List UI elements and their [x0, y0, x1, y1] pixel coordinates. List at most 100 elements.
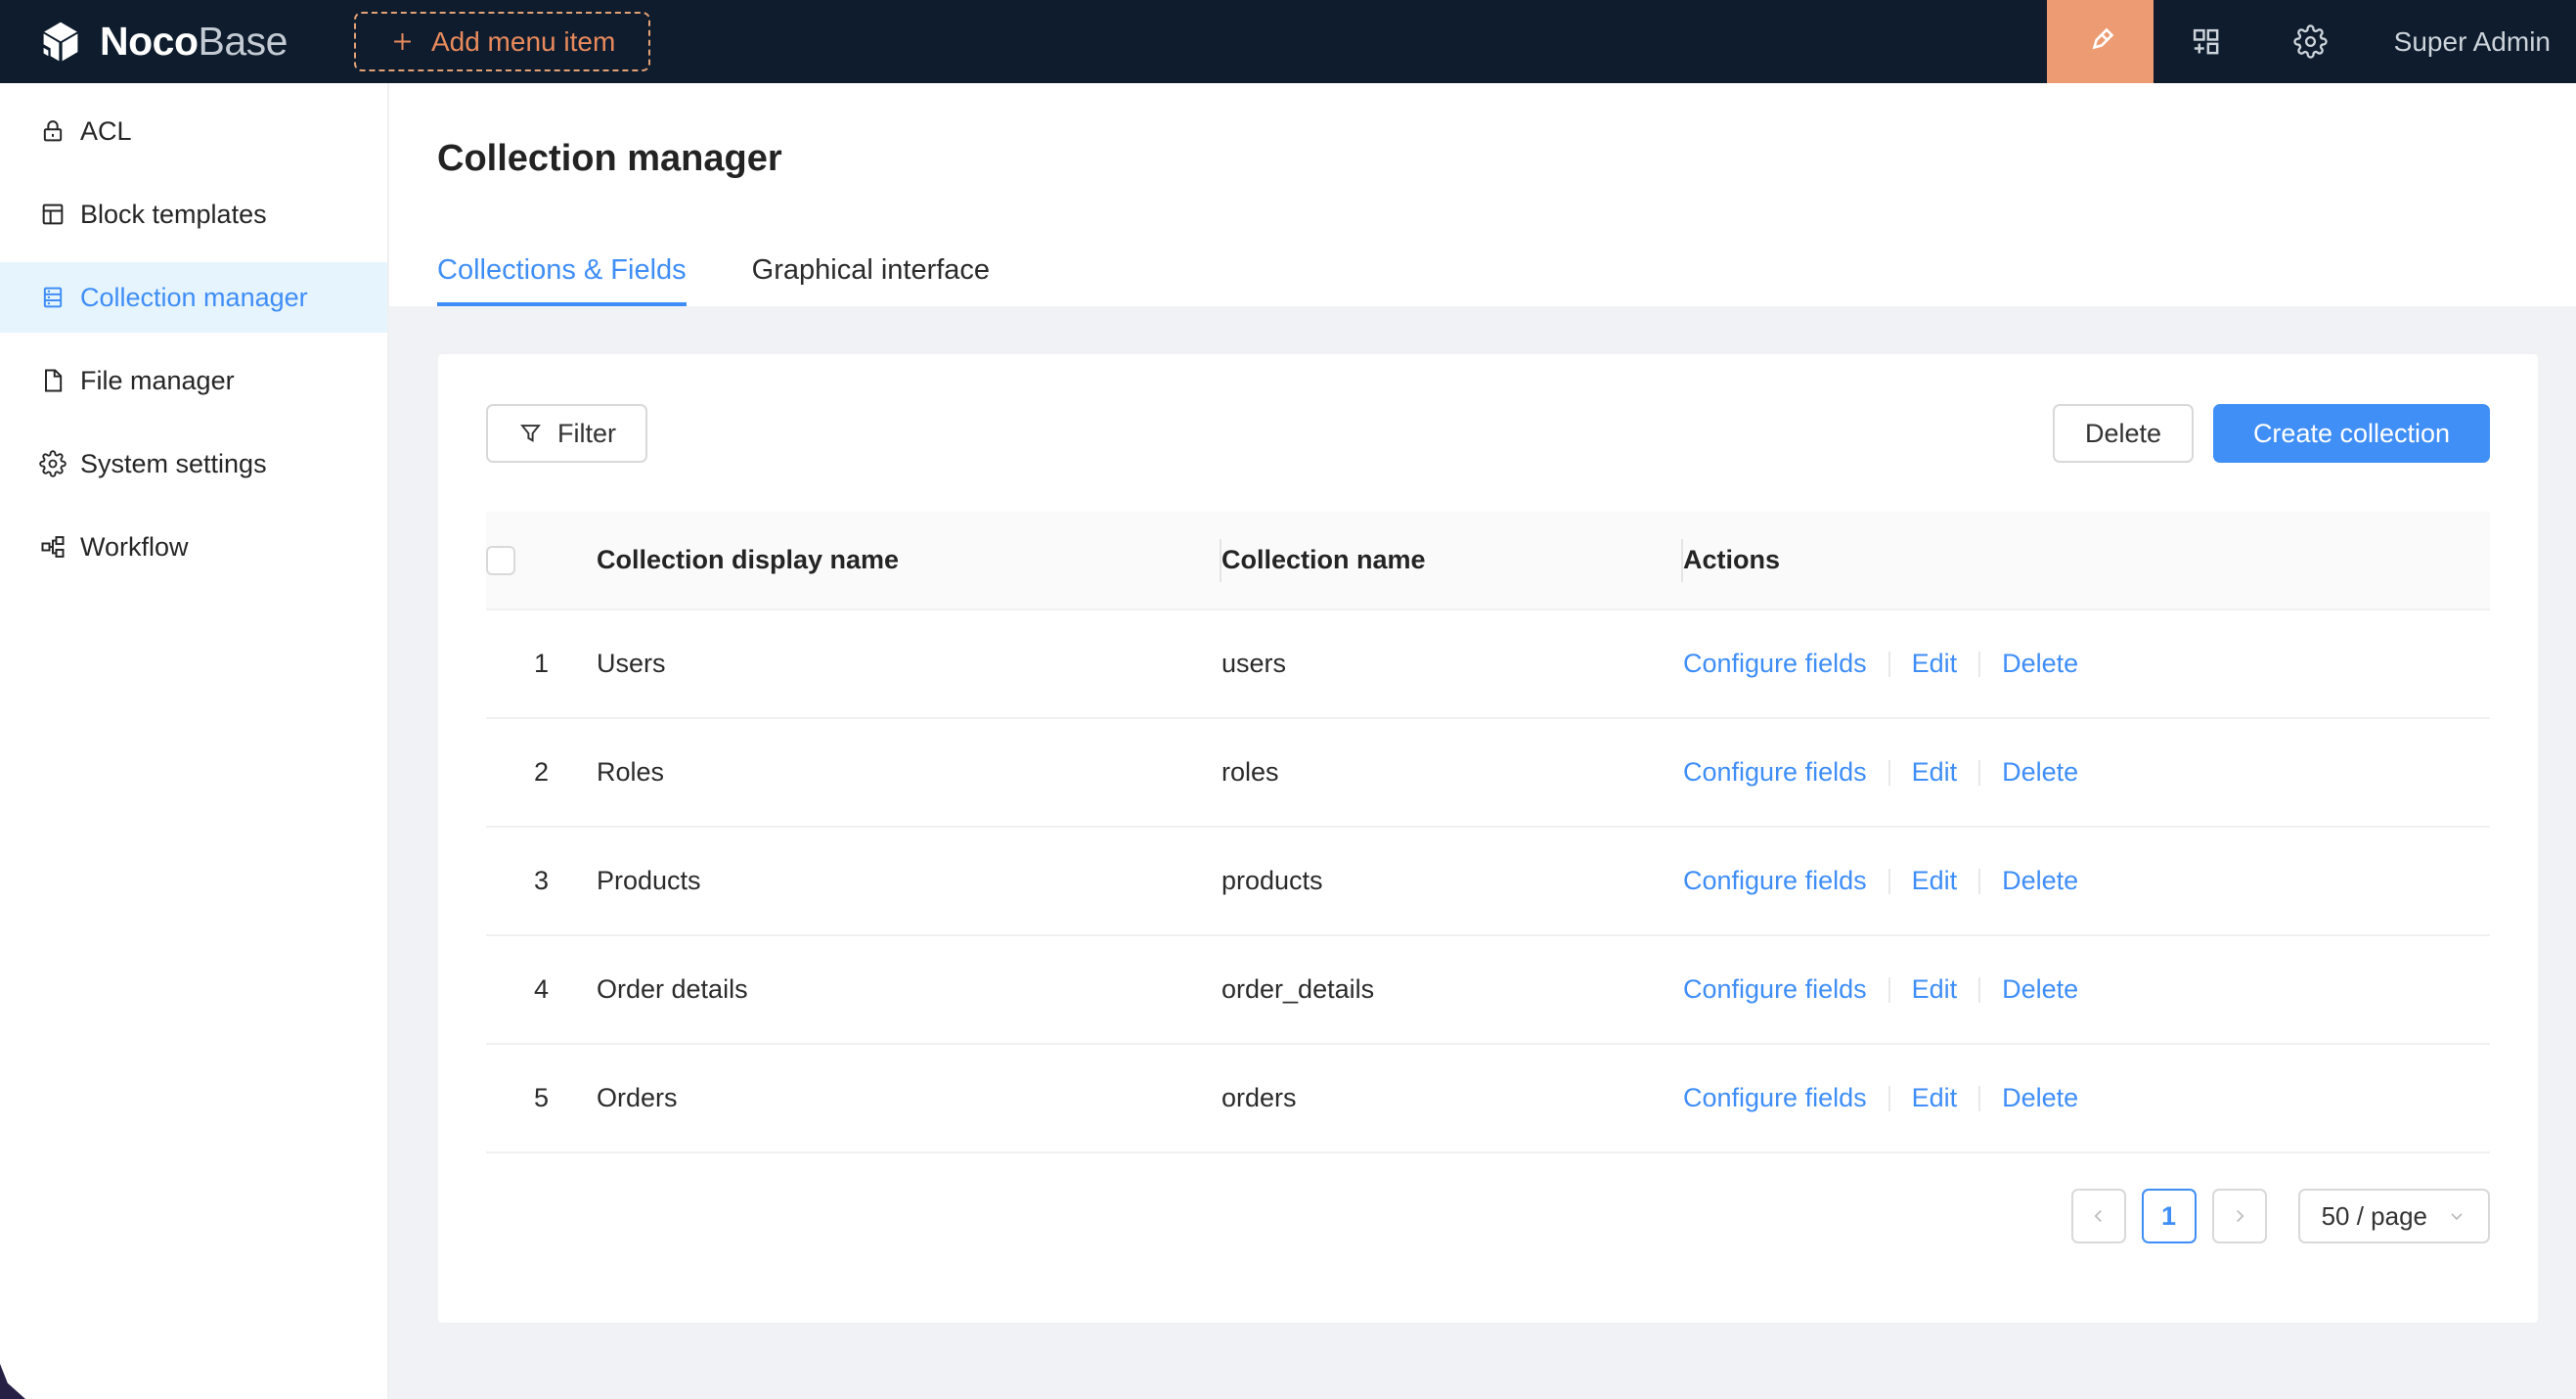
cell-collection-name: order_details [1221, 935, 1683, 1044]
edit-link[interactable]: Edit [1912, 1083, 1958, 1113]
sidebar-item-acl[interactable]: ACL [0, 96, 387, 166]
sidebar-item-collection-manager[interactable]: Collection manager [0, 262, 387, 333]
plugins-button[interactable] [2189, 24, 2223, 59]
next-page-button[interactable] [2212, 1189, 2267, 1243]
sidebar-item-label: File manager [80, 366, 235, 396]
table-row: 1 Users users Configure fieldsEditDelete [486, 609, 2490, 718]
create-collection-button[interactable]: Create collection [2213, 404, 2490, 463]
sidebar-item-system-settings[interactable]: System settings [0, 429, 387, 499]
sidebar-item-label: Workflow [80, 532, 189, 563]
page-size-value: 50 / page [2322, 1201, 2427, 1232]
chevron-down-icon [2447, 1206, 2466, 1226]
tab-bar: Collections & Fields Graphical interface [437, 254, 990, 306]
select-all-checkbox[interactable] [486, 546, 515, 575]
cell-display-name: Users [597, 609, 1221, 718]
sidebar-item-label: System settings [80, 449, 267, 479]
page-header: Collection manager Collections & Fields … [389, 83, 2576, 306]
top-header: NocoBase Add menu item [0, 0, 2576, 83]
row-index: 4 [486, 974, 597, 1005]
action-divider [1888, 760, 1890, 786]
action-divider [1888, 869, 1890, 894]
cell-collection-name: orders [1221, 1044, 1683, 1152]
edit-link[interactable]: Edit [1912, 974, 1958, 1005]
sidebar: ACL Block templates Collection manager F… [0, 83, 389, 1399]
gear-icon [2293, 24, 2328, 59]
cell-collection-name: products [1221, 827, 1683, 935]
delete-link[interactable]: Delete [2002, 974, 2078, 1005]
collections-table-body: 1 Users users Configure fieldsEditDelete… [486, 609, 2490, 1152]
chevron-left-icon [2088, 1205, 2110, 1227]
app-window: NocoBase Add menu item [0, 0, 2576, 1399]
delete-link[interactable]: Delete [2002, 866, 2078, 896]
cell-display-name: Orders [597, 1044, 1221, 1152]
row-actions: Configure fields Edit Delete [1683, 866, 2490, 896]
cell-collection-name: users [1221, 609, 1683, 718]
configure-fields-link[interactable]: Configure fields [1683, 974, 1867, 1005]
action-divider [1978, 869, 1980, 894]
table-row: 4 Order details order_details Configure … [486, 935, 2490, 1044]
row-actions: Configure fields Edit Delete [1683, 757, 2490, 788]
add-menu-item-button[interactable]: Add menu item [354, 12, 650, 71]
page-title: Collection manager [437, 83, 2576, 180]
sidebar-item-workflow[interactable]: Workflow [0, 512, 387, 582]
delete-link[interactable]: Delete [2002, 1083, 2078, 1113]
nocobase-logo[interactable]: NocoBase [37, 19, 288, 66]
action-divider [1978, 652, 1980, 677]
highlighter-icon [2082, 23, 2118, 60]
settings-button[interactable] [2293, 24, 2328, 59]
sidebar-item-block-templates[interactable]: Block templates [0, 179, 387, 249]
configure-fields-link[interactable]: Configure fields [1683, 866, 1867, 896]
filter-label: Filter [557, 419, 616, 449]
row-actions: Configure fields Edit Delete [1683, 649, 2490, 679]
gear-icon [39, 450, 80, 477]
add-menu-item-label: Add menu item [431, 26, 615, 58]
nocobase-cube-icon [37, 19, 84, 66]
action-divider [1888, 652, 1890, 677]
page-size-select[interactable]: 50 / page [2298, 1189, 2490, 1243]
cell-display-name: Products [597, 827, 1221, 935]
plus-icon [389, 28, 416, 55]
chevron-right-icon [2229, 1205, 2250, 1227]
user-menu[interactable]: Super Admin [2394, 26, 2551, 58]
action-divider [1978, 977, 1980, 1003]
delete-link[interactable]: Delete [2002, 757, 2078, 788]
row-index: 3 [486, 866, 597, 896]
table-row: 3 Products products Configure fields Edit… [486, 827, 2490, 935]
filter-button[interactable]: Filter [486, 404, 647, 463]
page-number-button[interactable]: 1 [2142, 1189, 2197, 1243]
table-row: 5 Orders orders Configure fields Edit Dele… [486, 1044, 2490, 1152]
prev-page-button[interactable] [2071, 1189, 2126, 1243]
edit-link[interactable]: Edit [1912, 757, 1958, 788]
configure-fields-link[interactable]: Configure fields [1683, 649, 1867, 679]
collections-table: Collection display name Collection name … [486, 512, 2490, 1153]
collections-card: Filter Delete Create collection Collecti… [438, 354, 2538, 1323]
delete-link[interactable]: Delete [2002, 649, 2078, 679]
pagination: 1 50 / page [486, 1189, 2490, 1243]
file-icon [39, 367, 80, 394]
action-divider [1888, 1086, 1890, 1111]
layout-icon [39, 201, 80, 228]
action-divider [1978, 760, 1980, 786]
header-actions: Super Admin [2047, 0, 2576, 83]
sidebar-item-file-manager[interactable]: File manager [0, 345, 387, 416]
action-divider [1888, 977, 1890, 1003]
edit-link[interactable]: Edit [1912, 649, 1958, 679]
table-header-row: Collection display name Collection name … [486, 512, 2490, 609]
sidebar-item-label: Block templates [80, 200, 267, 230]
row-index: 2 [486, 757, 597, 788]
tab-collections-fields[interactable]: Collections & Fields [437, 254, 687, 306]
ui-editor-button[interactable] [2047, 0, 2154, 83]
edit-link[interactable]: Edit [1912, 866, 1958, 896]
cell-collection-name: roles [1221, 718, 1683, 827]
delete-button[interactable]: Delete [2053, 404, 2194, 463]
cell-display-name: Order details [597, 935, 1221, 1044]
configure-fields-link[interactable]: Configure fields [1683, 757, 1867, 788]
row-index: 5 [486, 1083, 597, 1113]
configure-fields-link[interactable]: Configure fields [1683, 1083, 1867, 1113]
toolbar: Filter Delete Create collection [486, 404, 2490, 463]
tab-graphical-interface[interactable]: Graphical interface [752, 254, 990, 306]
sidebar-item-label: ACL [80, 116, 132, 147]
column-header-display-name: Collection display name [597, 512, 1221, 609]
table-row: 2 Roles roles Configure fieldsEditDelete [486, 718, 2490, 827]
database-icon [39, 284, 80, 311]
